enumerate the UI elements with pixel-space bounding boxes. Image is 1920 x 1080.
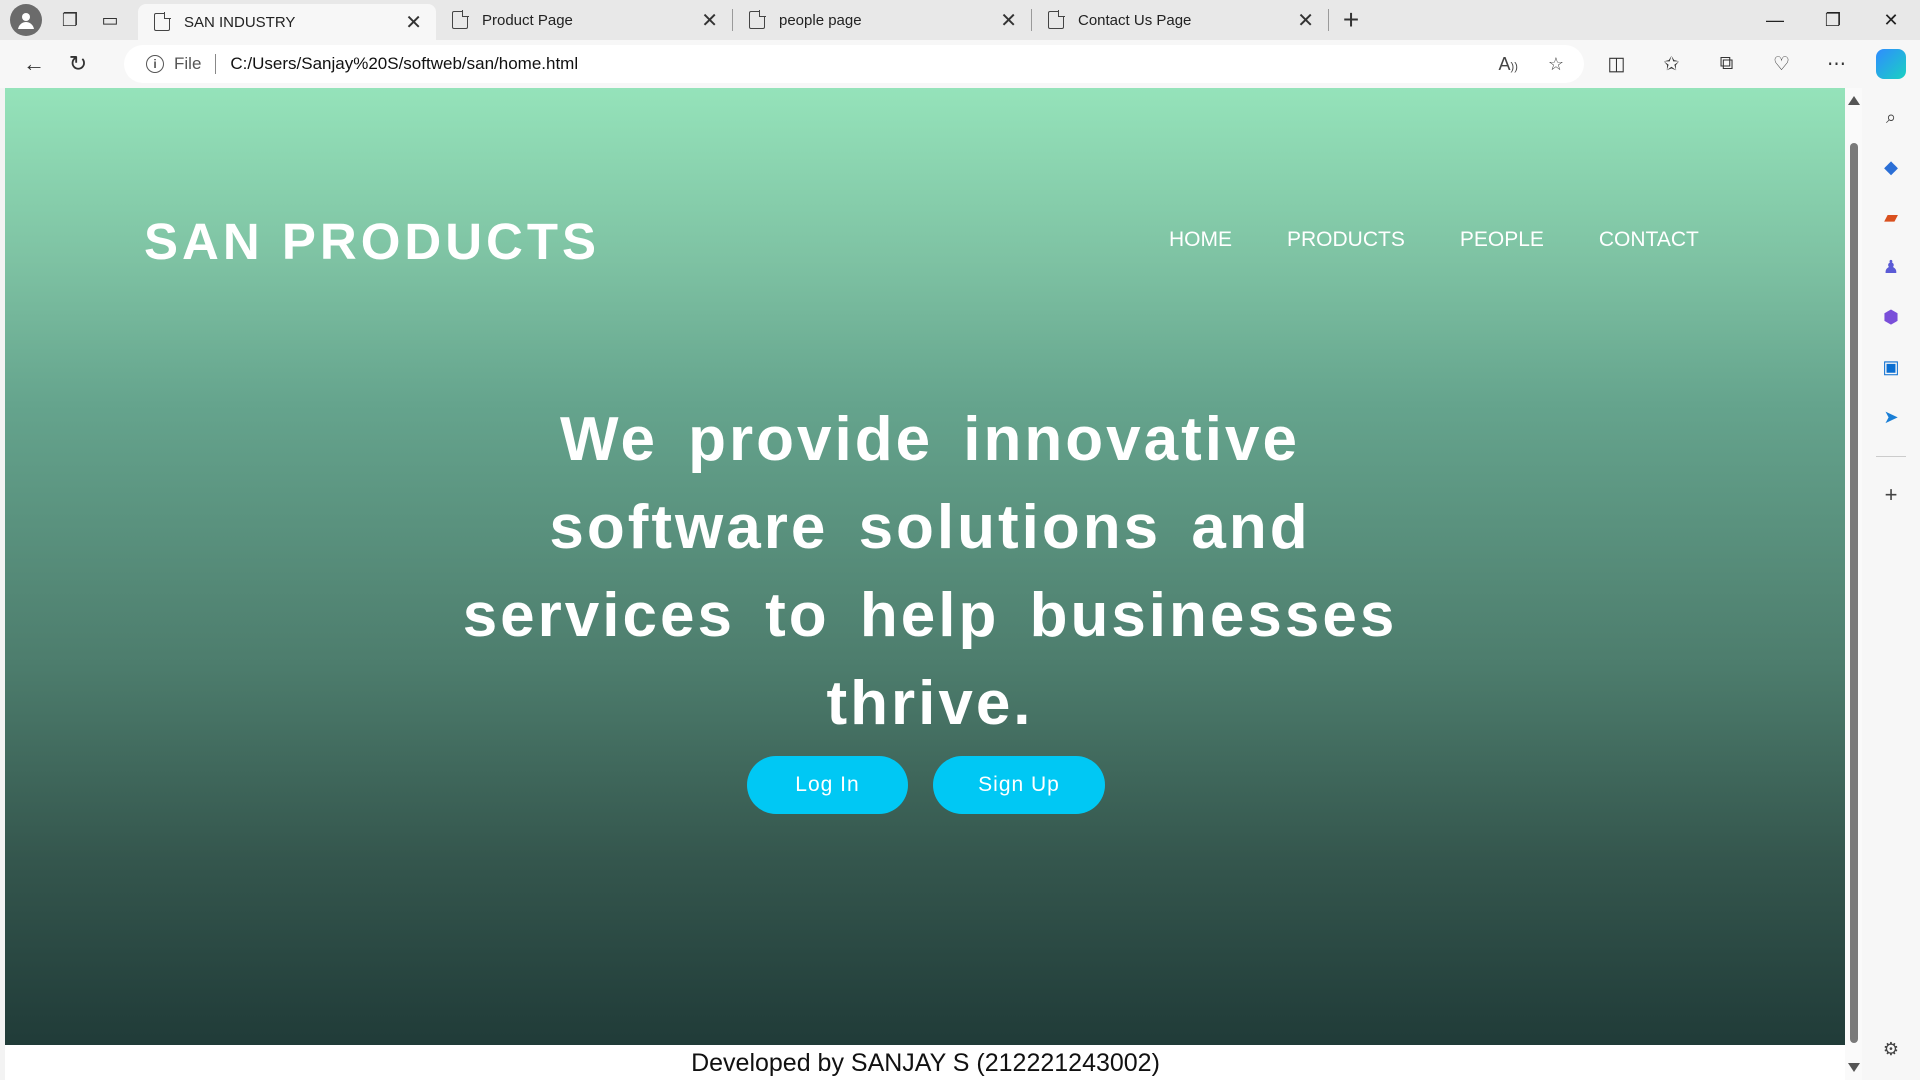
settings-gear-icon[interactable]: ⚙ xyxy=(1878,1036,1904,1062)
tab-strip: ❐ ▭ SAN INDUSTRY ✕ Product Page ✕ people… xyxy=(0,0,1920,40)
scroll-thumb[interactable] xyxy=(1850,143,1858,1043)
tab-title: Product Page xyxy=(482,11,573,29)
browser-essentials-icon[interactable]: ♡ xyxy=(1754,53,1809,76)
refresh-icon[interactable]: ↻ xyxy=(56,44,100,84)
tab-title: SAN INDUSTRY xyxy=(184,13,296,31)
tab-san-industry[interactable]: SAN INDUSTRY ✕ xyxy=(138,4,436,40)
hero-headline: We provide innovative software solutions… xyxy=(462,405,1398,738)
close-icon[interactable]: ✕ xyxy=(1297,8,1314,33)
address-bar[interactable]: i File C:/Users/Sanjay%20S/softweb/san/h… xyxy=(124,45,1584,83)
nav-contact-link[interactable]: CONTACT xyxy=(1599,228,1699,252)
edge-sidebar: ⌕ ◆ ▰ ♟ ⬢ ▣ ➤ + ⚙ xyxy=(1862,88,1920,1080)
nav-people-link[interactable]: PEOPLE xyxy=(1460,228,1544,252)
microsoft-365-icon[interactable]: ⬢ xyxy=(1878,304,1904,330)
vertical-scrollbar[interactable] xyxy=(1845,88,1862,1080)
tab-people-page[interactable]: people page ✕ xyxy=(733,0,1031,40)
tools-icon[interactable]: ▰ xyxy=(1878,204,1904,230)
sidebar-divider xyxy=(1876,456,1906,457)
window-controls: — ❐ ✕ xyxy=(1746,0,1920,40)
page-viewport: SAN PRODUCTS HOME PRODUCTS PEOPLE CONTAC… xyxy=(5,88,1845,1080)
page-icon xyxy=(154,12,171,31)
tab-title: Contact Us Page xyxy=(1078,11,1192,29)
login-button[interactable]: Log In xyxy=(747,756,908,814)
scroll-up-icon[interactable] xyxy=(1848,96,1860,105)
info-icon[interactable]: i xyxy=(146,55,164,73)
tab-contact-us-page[interactable]: Contact Us Page ✕ xyxy=(1032,0,1328,40)
scheme-label: File xyxy=(174,54,202,73)
vertical-tabs-icon[interactable]: ▭ xyxy=(90,0,130,40)
hero-section: SAN PRODUCTS HOME PRODUCTS PEOPLE CONTAC… xyxy=(5,88,1845,1046)
tab-title: people page xyxy=(779,11,862,29)
toolbar: ◫ ✩ ⧉ ♡ ⋯ xyxy=(1589,40,1920,88)
divider xyxy=(215,54,217,74)
split-screen-icon[interactable]: ◫ xyxy=(1589,53,1644,76)
scroll-down-icon[interactable] xyxy=(1848,1063,1860,1072)
page-icon xyxy=(749,10,766,29)
signup-button[interactable]: Sign Up xyxy=(933,756,1105,814)
read-aloud-icon[interactable]: A)) xyxy=(1499,54,1518,75)
restore-icon[interactable]: ❐ xyxy=(1804,0,1862,40)
favorite-star-icon[interactable]: ☆ xyxy=(1548,54,1564,75)
profile-icon[interactable] xyxy=(10,4,42,36)
send-icon[interactable]: ➤ xyxy=(1878,404,1904,430)
favorites-icon[interactable]: ✩ xyxy=(1644,53,1699,76)
page-icon xyxy=(452,10,469,29)
outlook-icon[interactable]: ▣ xyxy=(1878,354,1904,380)
brand-logo[interactable]: SAN PRODUCTS xyxy=(144,212,600,271)
navigation-bar: ← ↻ i File C:/Users/Sanjay%20S/softweb/s… xyxy=(0,40,1920,88)
more-options-icon[interactable]: ⋯ xyxy=(1809,53,1864,76)
nav-products-link[interactable]: PRODUCTS xyxy=(1287,228,1405,252)
url-text[interactable]: C:/Users/Sanjay%20S/softweb/san/home.htm… xyxy=(230,54,578,74)
page-icon xyxy=(1048,10,1065,29)
minimize-icon[interactable]: — xyxy=(1746,0,1804,40)
copilot-icon[interactable] xyxy=(1876,49,1906,79)
collections-icon[interactable]: ⧉ xyxy=(1699,53,1754,75)
main-nav: HOME PRODUCTS PEOPLE CONTACT xyxy=(1169,228,1699,252)
close-window-icon[interactable]: ✕ xyxy=(1862,0,1920,40)
close-icon[interactable]: ✕ xyxy=(701,8,718,33)
close-icon[interactable]: ✕ xyxy=(405,10,422,35)
new-tab-button[interactable]: + xyxy=(1329,4,1373,36)
games-icon[interactable]: ♟ xyxy=(1878,254,1904,280)
close-icon[interactable]: ✕ xyxy=(1000,8,1017,33)
shopping-tag-icon[interactable]: ◆ xyxy=(1878,154,1904,180)
add-icon[interactable]: + xyxy=(1878,482,1904,508)
tab-product-page[interactable]: Product Page ✕ xyxy=(436,0,732,40)
search-icon[interactable]: ⌕ xyxy=(1878,104,1904,130)
workspaces-icon[interactable]: ❐ xyxy=(50,0,90,40)
nav-home-link[interactable]: HOME xyxy=(1169,228,1232,252)
footer-credit: Developed by SANJAY S (212221243002) xyxy=(5,1045,1845,1080)
back-arrow-icon[interactable]: ← xyxy=(12,44,56,84)
